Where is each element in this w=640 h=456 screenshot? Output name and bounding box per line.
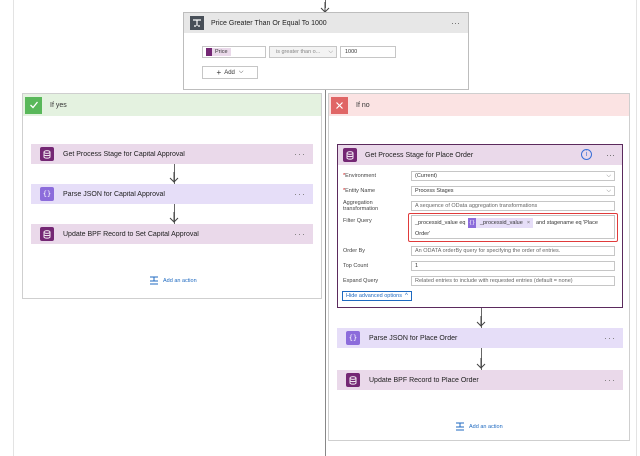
add-action-yes[interactable]: Add an action xyxy=(149,276,197,285)
check-icon xyxy=(25,96,42,114)
parse-json-icon: {} xyxy=(40,187,54,201)
expand-query-label: Expand Query xyxy=(343,278,379,284)
entity-name-select[interactable]: Process Stages ⌵ xyxy=(411,186,615,196)
order-by-input[interactable]: An ODATA orderBy query for specifying th… xyxy=(411,246,615,256)
dataverse-icon xyxy=(346,373,360,387)
arrow-down-icon xyxy=(169,212,179,223)
condition-row: Price is greater than o... ⌵ 1000 xyxy=(202,46,450,58)
branch-no-container: If no Get Process Stage for Place Order … xyxy=(328,93,630,441)
canvas-right-edge xyxy=(636,0,637,456)
branch-no-title: If no xyxy=(356,101,370,109)
condition-more-icon[interactable]: ··· xyxy=(451,19,460,28)
more-icon[interactable]: ··· xyxy=(288,189,312,199)
environment-select[interactable]: (Current) ⌵ xyxy=(411,171,615,181)
branch-connector xyxy=(325,90,326,456)
condition-operator-value: is greater than o... xyxy=(276,49,321,55)
price-token[interactable]: Price xyxy=(206,48,231,56)
info-icon[interactable]: i xyxy=(581,149,592,160)
branch-no-header: If no xyxy=(329,94,629,116)
step-title: Parse JSON for Place Order xyxy=(369,334,458,342)
arrow-down-icon xyxy=(476,358,486,369)
hide-advanced-button[interactable]: Hide advanced options ^ xyxy=(342,291,412,301)
more-icon[interactable]: ··· xyxy=(598,375,622,385)
branch-yes-title: If yes xyxy=(50,101,67,109)
expanded-step-header[interactable]: Get Process Stage for Place Order i ··· xyxy=(338,145,622,165)
add-action-label: Add an action xyxy=(163,277,197,284)
filter-query-highlight xyxy=(408,213,618,242)
parse-json-icon: {} xyxy=(346,331,360,345)
expand-query-input[interactable]: Related entries to include with requeste… xyxy=(411,276,615,286)
branch-yes-header: If yes xyxy=(23,94,321,116)
chevron-down-icon: ⌵ xyxy=(606,173,611,179)
dataverse-icon xyxy=(206,48,212,56)
step-get-capital-approval[interactable]: Get Process Stage for Capital Approval ·… xyxy=(31,144,313,164)
canvas-left-edge xyxy=(13,0,14,456)
arrow-down-icon xyxy=(476,316,486,327)
condition-header[interactable]: Price Greater Than Or Equal To 1000 ··· xyxy=(184,13,468,33)
entity-name-label: *Entity Name xyxy=(343,188,376,194)
step-update-bpf-capital[interactable]: Update BPF Record to Set Capital Approva… xyxy=(31,224,313,244)
more-icon[interactable]: ··· xyxy=(288,149,312,159)
step-title: Update BPF Record to Set Capital Approva… xyxy=(63,230,199,238)
aggregation-input[interactable]: A sequence of OData aggregation transfor… xyxy=(411,201,615,211)
more-icon[interactable]: ··· xyxy=(606,151,615,160)
step-title: Update BPF Record to Place Order xyxy=(369,376,479,384)
chevron-down-icon: ⌵ xyxy=(238,69,244,75)
chevron-up-icon: ^ xyxy=(404,293,408,299)
top-count-input[interactable]: 1 xyxy=(411,261,615,271)
chevron-down-icon: ⌵ xyxy=(606,188,611,194)
step-title: Get Process Stage for Capital Approval xyxy=(63,150,185,158)
aggregation-label: Aggregation transformation xyxy=(343,200,379,212)
add-action-no[interactable]: Add an action xyxy=(455,422,503,431)
condition-value-field[interactable]: 1000 xyxy=(340,46,396,58)
plus-icon: + xyxy=(216,67,222,77)
condition-add-label: Add xyxy=(224,69,235,76)
condition-value: 1000 xyxy=(345,49,358,55)
condition-icon xyxy=(190,16,204,30)
more-icon[interactable]: ··· xyxy=(598,333,622,343)
filter-query-label: Filter Query xyxy=(343,218,372,224)
expanded-step-get-place-order: Get Process Stage for Place Order i ··· … xyxy=(337,144,623,308)
add-action-icon xyxy=(456,422,464,431)
close-icon xyxy=(331,96,348,114)
add-action-icon xyxy=(150,276,158,285)
branch-yes-container: If yes Get Process Stage for Capital App… xyxy=(22,93,322,299)
step-parse-json-place-order[interactable]: {} Parse JSON for Place Order ··· xyxy=(337,328,623,348)
top-count-label: Top Count xyxy=(343,263,369,269)
condition-title: Price Greater Than Or Equal To 1000 xyxy=(211,19,327,27)
condition-add-button[interactable]: + Add ⌵ xyxy=(202,66,258,79)
more-icon[interactable]: ··· xyxy=(288,229,312,239)
add-action-label: Add an action xyxy=(469,423,503,430)
environment-label: *Environment xyxy=(343,173,377,179)
condition-operand-field[interactable]: Price xyxy=(202,46,266,58)
expanded-step-title: Get Process Stage for Place Order xyxy=(365,151,474,159)
dataverse-icon xyxy=(343,148,357,162)
order-by-label: Order By xyxy=(343,248,366,254)
chevron-down-icon: ⌵ xyxy=(328,49,333,55)
condition-card: Price Greater Than Or Equal To 1000 ··· … xyxy=(183,12,469,90)
arrow-down-icon xyxy=(169,172,179,183)
dataverse-icon xyxy=(40,147,54,161)
condition-operator-select[interactable]: is greater than o... ⌵ xyxy=(269,46,337,58)
step-parse-json-capital[interactable]: {} Parse JSON for Capital Approval ··· xyxy=(31,184,313,204)
step-update-bpf-place-order[interactable]: Update BPF Record to Place Order ··· xyxy=(337,370,623,390)
price-token-label: Price xyxy=(215,49,228,55)
dataverse-icon xyxy=(40,227,54,241)
step-title: Parse JSON for Capital Approval xyxy=(63,190,165,198)
